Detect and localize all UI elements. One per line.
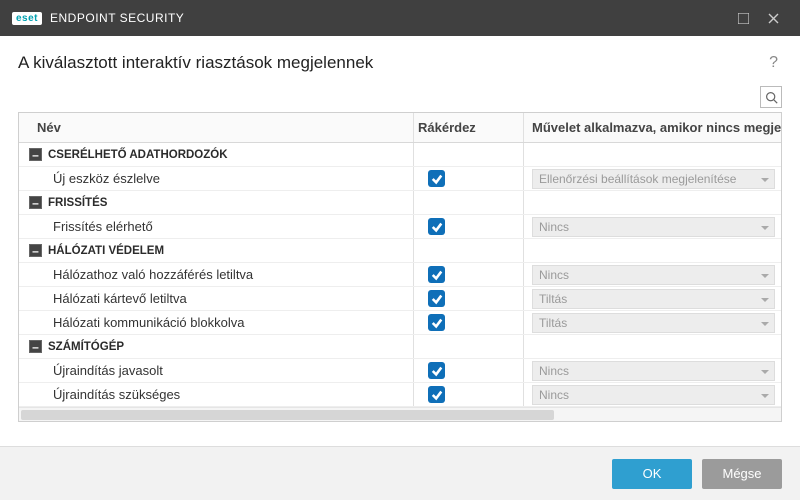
category-row: –HÁLÓZATI VÉDELEM bbox=[19, 239, 781, 263]
category-row: –CSERÉLHETŐ ADATHORDOZÓK bbox=[19, 143, 781, 167]
category-label: SZÁMÍTÓGÉP bbox=[48, 341, 124, 353]
action-value: Ellenőrzési beállítások megjelenítése bbox=[539, 172, 736, 186]
chevron-down-icon bbox=[760, 222, 770, 232]
action-select[interactable]: Tiltás bbox=[532, 289, 775, 309]
chevron-down-icon bbox=[760, 294, 770, 304]
item-label: Hálózathoz való hozzáférés letiltva bbox=[19, 263, 414, 286]
category-row: –SZÁMÍTÓGÉP bbox=[19, 335, 781, 359]
table-header: Név Rákérdez Művelet alkalmazva, amikor … bbox=[19, 113, 781, 143]
chevron-down-icon bbox=[760, 390, 770, 400]
brand-logo: eset bbox=[12, 12, 42, 25]
chevron-down-icon bbox=[760, 270, 770, 280]
dialog-footer: OK Mégse bbox=[0, 446, 800, 500]
item-label: Hálózati kártevő letiltva bbox=[19, 287, 414, 310]
horizontal-scrollbar[interactable] bbox=[19, 407, 781, 421]
action-select[interactable]: Nincs bbox=[532, 385, 775, 405]
table-row: Hálózati kártevő letiltva Tiltás bbox=[19, 287, 781, 311]
item-label: Frissítés elérhető bbox=[19, 215, 414, 238]
action-value: Nincs bbox=[539, 388, 569, 402]
brand: eset ENDPOINT SECURITY bbox=[12, 11, 184, 25]
alerts-table: Név Rákérdez Művelet alkalmazva, amikor … bbox=[18, 112, 782, 422]
col-header-action[interactable]: Művelet alkalmazva, amikor nincs megjele… bbox=[524, 113, 781, 142]
table-row: Hálózathoz való hozzáférés letiltva Nincs bbox=[19, 263, 781, 287]
close-button[interactable] bbox=[758, 3, 788, 33]
ask-checkbox[interactable] bbox=[428, 266, 445, 283]
table-row: Új eszköz észlelve Ellenőrzési beállításo… bbox=[19, 167, 781, 191]
ask-checkbox[interactable] bbox=[428, 362, 445, 379]
ask-checkbox[interactable] bbox=[428, 386, 445, 403]
ask-checkbox[interactable] bbox=[428, 170, 445, 187]
table-row: Újraindítás szükséges Nincs bbox=[19, 383, 781, 407]
page-title: A kiválasztott interaktív riasztások meg… bbox=[18, 53, 765, 73]
category-label: CSERÉLHETŐ ADATHORDOZÓK bbox=[48, 149, 228, 161]
ask-checkbox[interactable] bbox=[428, 218, 445, 235]
ok-button[interactable]: OK bbox=[612, 459, 692, 489]
action-select[interactable]: Tiltás bbox=[532, 313, 775, 333]
chevron-down-icon bbox=[760, 174, 770, 184]
action-value: Tiltás bbox=[539, 316, 567, 330]
search-button[interactable] bbox=[760, 86, 782, 108]
brand-product: ENDPOINT SECURITY bbox=[50, 11, 184, 25]
chevron-down-icon bbox=[760, 318, 770, 328]
item-label: Újraindítás szükséges bbox=[19, 383, 414, 406]
col-header-name[interactable]: Név bbox=[19, 113, 414, 142]
collapse-icon[interactable]: – bbox=[29, 148, 42, 161]
ask-checkbox[interactable] bbox=[428, 314, 445, 331]
table-row: Újraindítás javasolt Nincs bbox=[19, 359, 781, 383]
table-body: –CSERÉLHETŐ ADATHORDOZÓKÚj eszköz észlel… bbox=[19, 143, 781, 407]
table-row: Frissítés elérhető Nincs bbox=[19, 215, 781, 239]
table-row: Hálózati kommunikáció blokkolva Tiltás bbox=[19, 311, 781, 335]
minimize-button[interactable] bbox=[728, 3, 758, 33]
collapse-icon[interactable]: – bbox=[29, 244, 42, 257]
item-label: Hálózati kommunikáció blokkolva bbox=[19, 311, 414, 334]
horizontal-scroll-thumb[interactable] bbox=[21, 410, 554, 420]
category-label: HÁLÓZATI VÉDELEM bbox=[48, 245, 164, 257]
action-select[interactable]: Nincs bbox=[532, 265, 775, 285]
action-value: Nincs bbox=[539, 364, 569, 378]
titlebar: eset ENDPOINT SECURITY bbox=[0, 0, 800, 36]
action-value: Nincs bbox=[539, 220, 569, 234]
action-select[interactable]: Nincs bbox=[532, 361, 775, 381]
chevron-down-icon bbox=[760, 366, 770, 376]
category-label: FRISSÍTÉS bbox=[48, 197, 107, 209]
cancel-button[interactable]: Mégse bbox=[702, 459, 782, 489]
search-icon bbox=[765, 91, 778, 104]
ask-checkbox[interactable] bbox=[428, 290, 445, 307]
item-label: Új eszköz észlelve bbox=[19, 167, 414, 190]
category-row: –FRISSÍTÉS bbox=[19, 191, 781, 215]
action-value: Tiltás bbox=[539, 292, 567, 306]
item-label: Újraindítás javasolt bbox=[19, 359, 414, 382]
action-select[interactable]: Nincs bbox=[532, 217, 775, 237]
action-select[interactable]: Ellenőrzési beállítások megjelenítése bbox=[532, 169, 775, 189]
col-header-ask[interactable]: Rákérdez bbox=[414, 113, 524, 142]
collapse-icon[interactable]: – bbox=[29, 196, 42, 209]
collapse-icon[interactable]: – bbox=[29, 340, 42, 353]
help-icon[interactable]: ? bbox=[765, 50, 782, 76]
heading-row: A kiválasztott interaktív riasztások meg… bbox=[0, 36, 800, 86]
action-value: Nincs bbox=[539, 268, 569, 282]
